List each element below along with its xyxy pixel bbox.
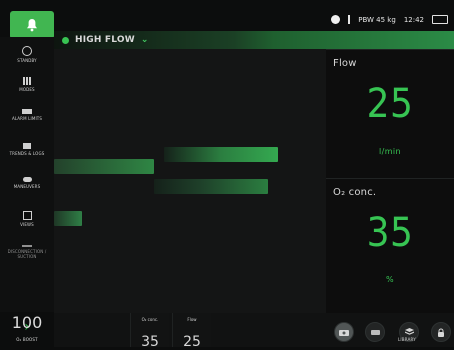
disconnect-icon <box>22 245 32 247</box>
o2-value: 35 <box>366 210 414 256</box>
bell-icon <box>27 19 37 32</box>
battery-icon <box>432 15 448 24</box>
sidebar-item-standby[interactable]: STANDBY <box>0 46 54 63</box>
grid-icon <box>23 77 31 85</box>
sidebar-item-label: ALARM LIMITS <box>11 116 43 121</box>
sidebar-item-views[interactable]: VIEWS <box>0 211 54 227</box>
lock-button[interactable] <box>431 322 451 342</box>
maneuver-icon <box>22 177 32 182</box>
o2-title: O₂ conc. <box>333 187 377 198</box>
sidebar-item-label: TRENDS & LOGS <box>9 151 45 156</box>
clock-time: 12:42 <box>403 15 424 24</box>
sidebar-item-label: STANDBY <box>17 58 37 63</box>
library-label: LIBRARY <box>398 337 416 342</box>
sidebar: STANDBY MODES ALARM LIMITS TRENDS & LOGS… <box>0 37 54 334</box>
chevron-down-icon: ⌄ <box>140 35 149 45</box>
o2-summary[interactable]: O₂ conc. 35 <box>130 313 169 350</box>
waveform-band <box>54 211 82 226</box>
waveform-band <box>54 159 154 174</box>
person-icon <box>348 15 351 24</box>
alarm-limit-icon <box>22 109 32 114</box>
mode-selector[interactable]: HIGH FLOW ⌄ <box>62 35 149 45</box>
waveform-band <box>154 179 268 194</box>
sidebar-item-label: VIEWS <box>20 222 34 227</box>
sidebar-item-label: MANEUVERS <box>13 184 41 189</box>
flow-value: 25 <box>366 81 414 127</box>
o2-boost-value: 100 <box>11 313 43 332</box>
power-icon <box>22 46 32 56</box>
status-area: PBW 45 kg 12:42 <box>331 15 448 24</box>
bottom-bar: O₂ conc. 35 Flow 25 <box>54 313 454 350</box>
sidebar-item-maneuvers[interactable]: MANEUVERS <box>0 177 54 189</box>
mode-label: HIGH FLOW <box>75 35 135 45</box>
views-icon <box>22 211 32 220</box>
record-button[interactable] <box>365 322 385 342</box>
record-icon <box>370 329 380 335</box>
flow-summary-label: Flow <box>187 317 197 322</box>
lock-icon <box>438 328 444 337</box>
library-icon <box>404 328 414 335</box>
o2-panel[interactable]: O₂ conc. 35 % <box>326 178 454 314</box>
flow-title: Flow <box>333 58 357 69</box>
patient-icon <box>331 15 341 24</box>
sidebar-item-trends-logs[interactable]: TRENDS & LOGS <box>0 143 54 156</box>
camera-button[interactable] <box>334 322 354 342</box>
flow-panel[interactable]: Flow 25 l/min <box>326 49 454 178</box>
alarm-button[interactable] <box>10 11 54 39</box>
sidebar-item-label: MODES <box>19 87 35 92</box>
camera-icon <box>339 329 349 336</box>
flow-summary[interactable]: Flow 25 <box>172 313 211 350</box>
leaf-icon <box>62 36 69 44</box>
o2-unit: % <box>385 275 394 284</box>
sidebar-item-alarm-limits[interactable]: ALARM LIMITS <box>0 109 54 121</box>
waveform-band <box>164 147 278 162</box>
o2-boost-label: O₂ BOOST <box>16 337 38 342</box>
o2-boost-button[interactable]: 100 O₂ BOOST <box>0 312 54 347</box>
parameters-panel: Flow 25 l/min O₂ conc. 35 % <box>326 49 454 314</box>
sidebar-item-modes[interactable]: MODES <box>0 77 54 92</box>
o2-summary-label: O₂ conc. <box>141 317 159 322</box>
flow-unit: l/min <box>378 147 401 156</box>
flow-summary-value: 25 <box>183 334 201 350</box>
o2-summary-value: 35 <box>141 334 159 350</box>
sidebar-item-label: DISCONNECTION / SUCTION <box>7 249 47 259</box>
sidebar-item-disconnection-suction[interactable]: DISCONNECTION / SUCTION <box>0 245 54 259</box>
trends-icon <box>23 143 31 149</box>
pbw-label: PBW 45 kg <box>358 15 396 24</box>
waveform-area <box>54 49 326 313</box>
